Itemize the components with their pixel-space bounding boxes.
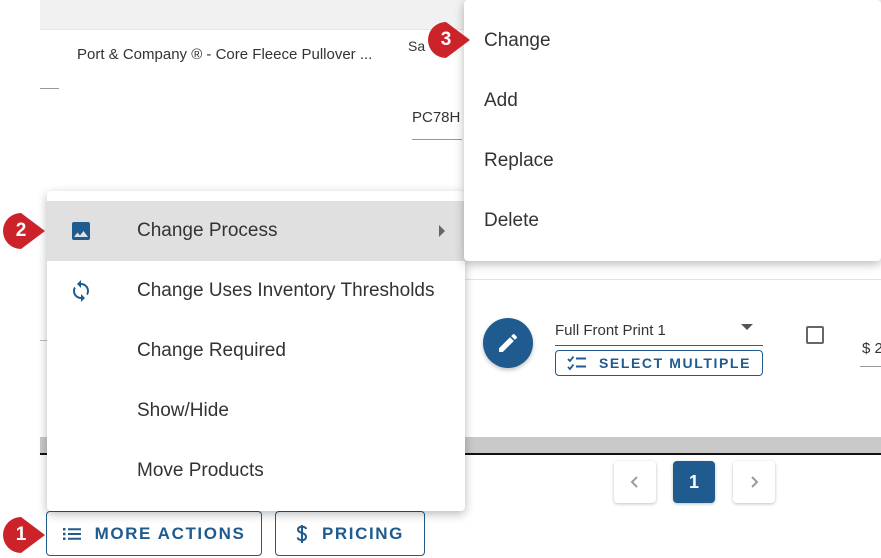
submenu-item-change[interactable]: Change [464, 11, 881, 71]
chevron-right-icon [751, 476, 759, 488]
menu-item-label: Change Required [137, 340, 286, 361]
menu-item-change-required[interactable]: Change Required [47, 321, 465, 381]
chevron-left-icon [630, 476, 638, 488]
list-icon [62, 527, 81, 540]
more-actions-label: MORE ACTIONS [94, 523, 246, 543]
product-name: Port & Company ® - Core Fleece Pullover … [77, 46, 373, 63]
sku-underline [412, 139, 462, 140]
sku-field[interactable]: PC78H [412, 109, 460, 126]
dropdown-arrow-icon [741, 324, 753, 330]
submenu-arrow-icon [439, 225, 445, 237]
select-multiple-button[interactable]: SELECT MULTIPLE [555, 350, 763, 376]
next-page-button[interactable] [733, 461, 775, 503]
row-divider [464, 279, 881, 280]
callout-number: 3 [440, 29, 452, 50]
menu-item-move-products[interactable]: Move Products [47, 441, 465, 501]
sync-icon [69, 279, 93, 303]
more-actions-menu: Change Process Change Uses Inventory Thr… [47, 191, 465, 511]
menu-item-label: Move Products [137, 460, 264, 481]
callout-number: 1 [15, 524, 27, 545]
change-process-submenu: Change Add Replace Delete [464, 0, 881, 261]
page-1-button[interactable]: 1 [673, 461, 715, 503]
pricing-button[interactable]: PRICING [275, 511, 425, 556]
submenu-item-replace[interactable]: Replace [464, 131, 881, 191]
process-select-value: Full Front Print 1 [555, 322, 666, 339]
row-checkbox[interactable] [806, 326, 824, 344]
submenu-item-delete[interactable]: Delete [464, 191, 881, 251]
callout-badge-2: 2 [1, 211, 45, 251]
price-field[interactable]: $ 2 [862, 340, 881, 357]
size-label: Sa [408, 38, 426, 54]
callout-badge-1: 1 [1, 515, 45, 555]
menu-item-change-uses-inventory-thresholds[interactable]: Change Uses Inventory Thresholds [47, 261, 465, 321]
menu-item-label: Change Uses Inventory Thresholds [137, 280, 435, 301]
menu-item-change-process[interactable]: Change Process [47, 201, 465, 261]
callout-badge-3: 3 [426, 20, 470, 60]
prev-page-button[interactable] [614, 461, 656, 503]
submenu-item-add[interactable]: Add [464, 71, 881, 131]
select-multiple-label: SELECT MULTIPLE [598, 355, 752, 371]
checklist-icon [567, 355, 586, 371]
dollar-icon [296, 524, 307, 543]
edit-button[interactable] [483, 318, 533, 368]
image-icon [69, 219, 93, 243]
divider [40, 88, 59, 89]
more-actions-button[interactable]: MORE ACTIONS [46, 511, 262, 556]
menu-item-label: Change Process [137, 220, 278, 241]
pricing-label: PRICING [321, 523, 405, 543]
menu-item-show-hide[interactable]: Show/Hide [47, 381, 465, 441]
pencil-icon [499, 333, 518, 352]
callout-number: 2 [15, 220, 27, 241]
process-select[interactable]: Full Front Print 1 [555, 318, 763, 346]
menu-item-label: Show/Hide [137, 400, 229, 421]
price-underline [860, 366, 881, 367]
